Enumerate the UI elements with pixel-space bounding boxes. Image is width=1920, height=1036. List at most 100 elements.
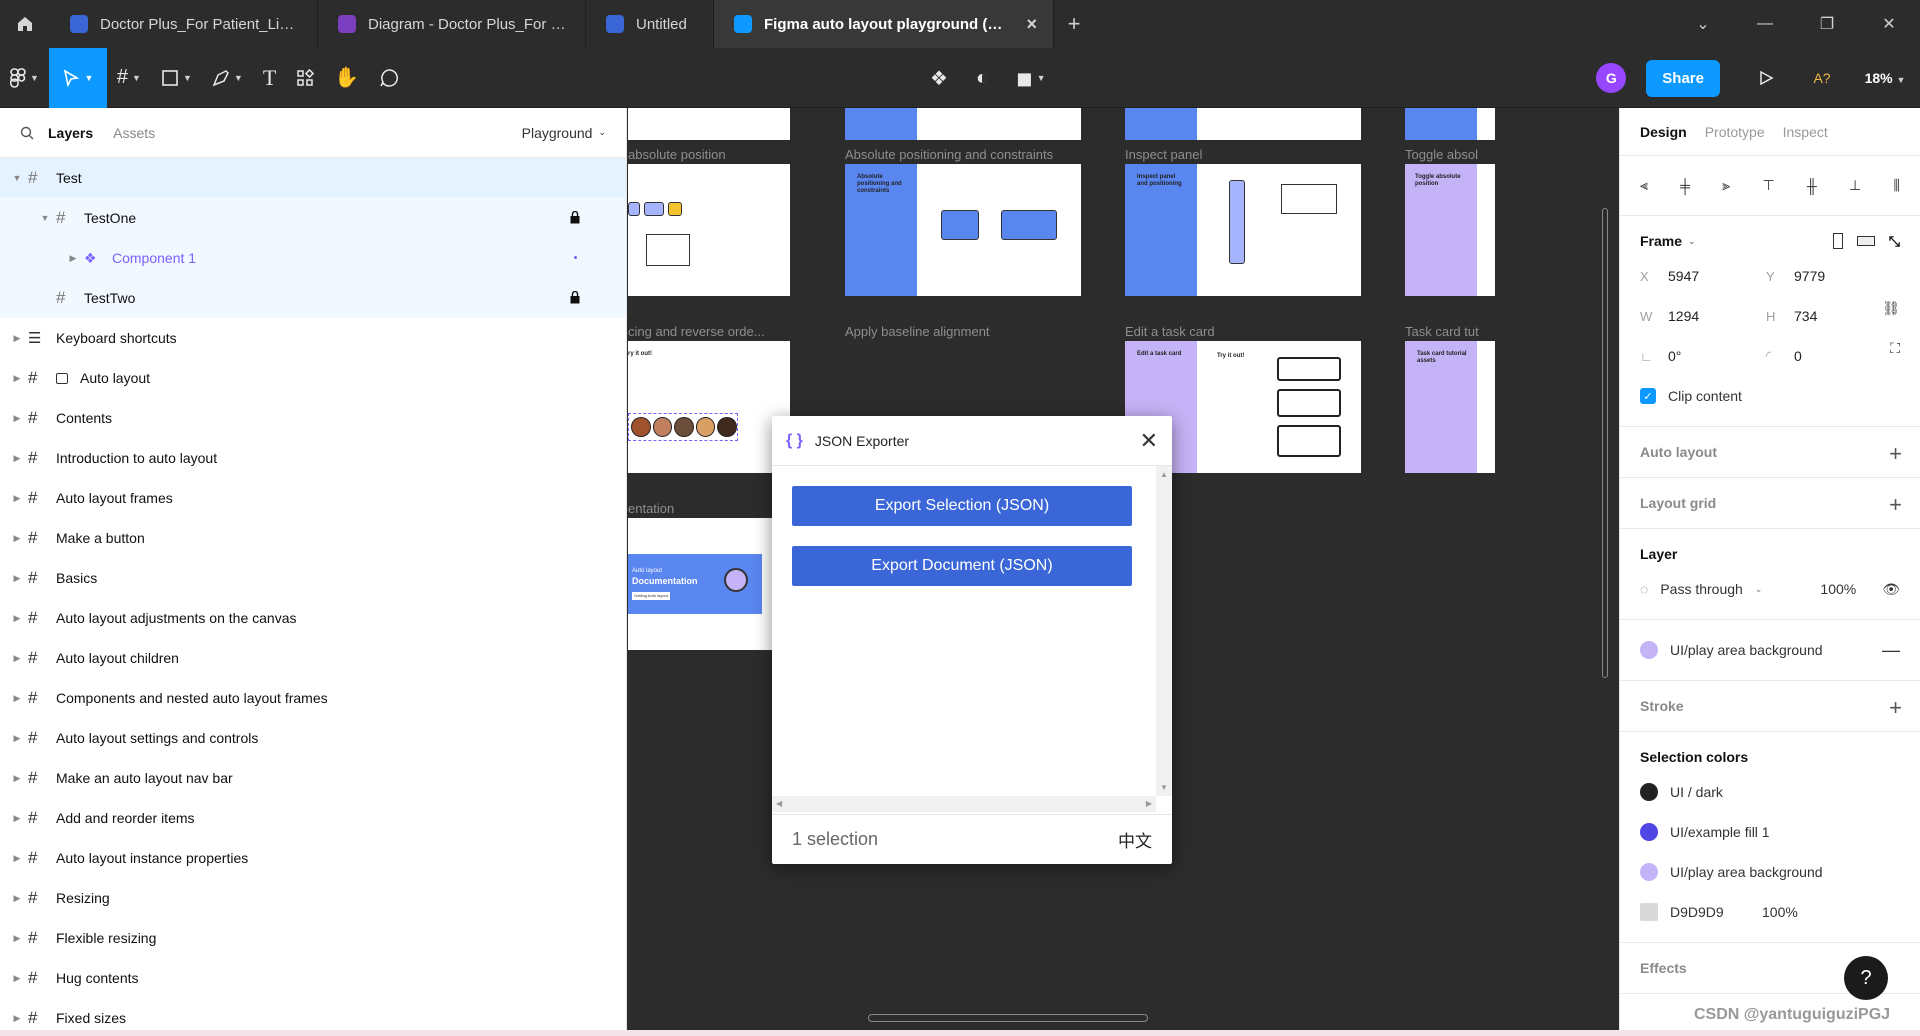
layer-row[interactable]: ▶ # Auto layout frames [0,478,626,518]
layer-row[interactable]: ▶ # Make a button [0,518,626,558]
scroll-down-icon[interactable]: ▼ [1160,783,1168,792]
layer-row[interactable]: ▶ # Auto layout [0,358,626,398]
caret-right-icon[interactable]: ▶ [6,893,28,904]
restore-icon[interactable]: ❐ [1796,0,1858,48]
search-icon[interactable] [20,126,34,140]
frame-toggle-absolute[interactable]: Toggle absolute position [1405,164,1495,296]
frame-label[interactable]: Absolute positioning and constraints [845,147,1053,162]
tab-prototype[interactable]: Prototype [1705,124,1765,140]
color-swatch[interactable] [1640,903,1658,921]
selection-color-row[interactable]: D9D9D9 100% [1640,892,1900,932]
close-tab-icon[interactable]: × [1026,14,1037,35]
close-icon[interactable]: ✕ [1140,428,1158,454]
blend-mode[interactable]: Pass through [1660,581,1743,597]
chevron-down-icon[interactable]: ⌄ [1672,0,1734,48]
shape-tool-button[interactable]: ▼ [151,48,202,108]
language-toggle[interactable]: 中文 [1118,827,1152,852]
color-swatch[interactable] [1640,863,1658,881]
text-tool-button[interactable]: T [253,48,286,108]
frame-task-card-tutorial[interactable]: Task card tutorial assets [1405,341,1495,473]
opacity-value[interactable]: 100% [1820,581,1856,597]
portrait-icon[interactable] [1832,233,1843,249]
caret-right-icon[interactable]: ▶ [6,693,28,704]
align-right-icon[interactable]: ⫸ [1722,177,1730,194]
frame-label[interactable]: entation [628,501,674,516]
frame-tool-button[interactable]: # ▼ [107,48,151,108]
mask-tool-button[interactable]: ◐ [966,48,998,108]
tab-untitled[interactable]: Untitled [586,0,714,48]
caret-right-icon[interactable]: ▶ [6,533,28,544]
frame-inspect-panel[interactable]: Inspect panel and positioning [1125,164,1361,296]
tab-layers[interactable]: Layers [48,125,93,141]
caret-right-icon[interactable]: ▶ [62,253,84,264]
frame-thumbnail[interactable] [1405,108,1495,140]
add-auto-layout-icon[interactable]: + [1889,441,1902,467]
tab-inspect[interactable]: Inspect [1783,124,1828,140]
layer-row[interactable]: ▶ # Make an auto layout nav bar [0,758,626,798]
caret-right-icon[interactable]: ▶ [6,453,28,464]
avatar[interactable]: G [1596,63,1627,93]
x-field[interactable]: X 5947 [1640,256,1766,296]
caret-right-icon[interactable]: ▶ [6,653,28,664]
caret-right-icon[interactable]: ▶ [6,933,28,944]
frame-documentation[interactable]: Auto layout Documentation Getting Auto l… [628,518,790,650]
fill-style-name[interactable]: UI/play area background [1670,642,1823,658]
align-center-h-icon[interactable]: ╪ [1680,178,1690,194]
landscape-icon[interactable] [1856,236,1875,246]
caret-right-icon[interactable]: ▶ [6,373,28,384]
caret-right-icon[interactable]: ▶ [6,813,28,824]
caret-right-icon[interactable]: ▶ [6,733,28,744]
frame-absolute-constraints[interactable]: Absolute positioning and constraints [845,164,1081,296]
layer-row[interactable]: ▶ # Hug contents [0,958,626,998]
layer-row[interactable]: ▶ # Auto layout children [0,638,626,678]
independent-corners-icon[interactable]: ⛶ [1890,340,1900,357]
fill-swatch[interactable] [1640,641,1658,659]
zoom-menu[interactable]: 18% ▼ [1850,70,1920,86]
frame-thumbnail[interactable] [628,108,790,140]
canvas-horizontal-scrollbar[interactable] [868,1014,1148,1022]
align-left-icon[interactable]: ⫷ [1640,177,1648,194]
layer-row[interactable]: ▶ # Auto layout instance properties [0,838,626,878]
main-menu-button[interactable]: ▼ [0,48,49,108]
layer-row[interactable]: ▼ # Test [0,158,626,198]
move-tool-button[interactable]: ▼ [48,47,107,108]
new-tab-button[interactable]: + [1054,11,1094,37]
frame-menu[interactable]: Frame ⌄ ⤡ [1640,226,1900,256]
canvas-vertical-scrollbar[interactable] [1602,208,1608,678]
h-field[interactable]: H 734 [1766,296,1892,336]
tab-doctor-plus[interactable]: Doctor Plus_For Patient_Light Mode [50,0,318,48]
share-button[interactable]: Share [1646,59,1720,97]
selection-color-row[interactable]: UI/play area background [1640,852,1900,892]
lock-icon[interactable] [570,290,580,307]
align-top-icon[interactable]: ⊤ [1762,177,1774,194]
tab-design[interactable]: Design [1640,124,1687,140]
dialog-horizontal-scrollbar[interactable]: ◀ ▶ [772,796,1156,812]
add-layout-grid-icon[interactable]: + [1889,492,1902,518]
align-center-v-icon[interactable]: ╫ [1807,178,1817,194]
minimize-icon[interactable]: — [1734,0,1796,48]
caret-right-icon[interactable]: ▶ [6,493,28,504]
distribute-icon[interactable]: ⫼ [1893,177,1899,194]
layer-row[interactable]: ▶ # Auto layout adjustments on the canvas [0,598,626,638]
frame-label[interactable]: Edit a task card [1125,324,1215,339]
help-button[interactable]: ? [1844,956,1888,1000]
caret-right-icon[interactable]: ▶ [6,613,28,624]
resources-tool-button[interactable] [286,48,324,108]
tab-diagram[interactable]: Diagram - Doctor Plus_For Patient_Light … [318,0,586,48]
frame-label[interactable]: Task card tut [1405,324,1479,339]
tab-figma-playground[interactable]: Figma auto layout playground (Commur × [714,0,1054,48]
present-button[interactable] [1738,70,1794,86]
frame-label[interactable]: Toggle absol [1405,147,1478,162]
scroll-left-icon[interactable]: ◀ [776,799,782,808]
color-swatch[interactable] [1640,823,1658,841]
frame-thumbnail[interactable] [845,108,1081,140]
constrain-proportions-icon[interactable]: ⛓ [1882,300,1900,317]
layer-row[interactable]: ▶ # Basics [0,558,626,598]
lock-icon[interactable] [570,210,580,227]
page-selector[interactable]: Playground ⌄ [522,125,606,141]
w-field[interactable]: W 1294 [1640,296,1766,336]
layer-row[interactable]: ▶ ☰ Keyboard shortcuts [0,318,626,358]
eye-icon[interactable]: 👁 [1882,581,1900,598]
caret-right-icon[interactable]: ▶ [6,333,28,344]
remove-fill-icon[interactable]: — [1882,640,1900,661]
